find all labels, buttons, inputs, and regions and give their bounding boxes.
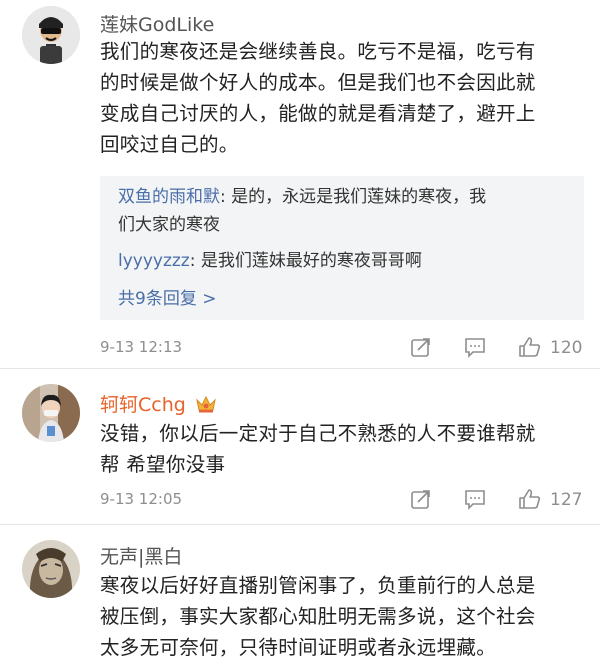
comment-icon[interactable] (464, 488, 486, 510)
comment-3: 无声|黑白 寒夜以后好好直播别管闲事了，负重前行的人总是 被压倒，事实大家都心知… (0, 526, 600, 666)
comment-line: 的时候是做个好人的成本。但是我们也不会因此就 (100, 71, 536, 94)
avatar[interactable] (22, 384, 80, 442)
avatar[interactable] (22, 6, 80, 64)
comment-time: 9-13 12:05 (100, 490, 183, 508)
comment-line: 被压倒，事实大家都心知肚明无需多说，这个社会 (100, 605, 536, 628)
divider (0, 524, 600, 525)
comment-username[interactable]: 轲轲Cchg (100, 390, 217, 417)
reply-username[interactable]: lyyyyzzz (118, 251, 190, 271)
comment-line: 没错，你以后一定对于自己不熟悉的人不要谁帮就 (100, 422, 536, 445)
forward-icon[interactable] (410, 336, 432, 358)
comment-username[interactable]: 莲妹GodLike (100, 10, 214, 37)
reply-text: 是的，永远是我们莲妹的寒夜，我 (225, 187, 487, 207)
like-count: 127 (550, 490, 583, 510)
reply-item[interactable]: lyyyyzzz: 是我们莲妹最好的寒夜哥哥啊 (118, 248, 573, 275)
reply-item-continued: 们大家的寒夜 (118, 215, 220, 235)
comment-2: 轲轲Cchg 没错，你以后一定对于自己不熟悉的人不要谁帮就 帮 希望你没事 9-… (0, 370, 600, 530)
comment-body: 我们的寒夜还是会继续善良。吃亏不是福，吃亏有 的时候是做个好人的成本。但是我们也… (100, 36, 586, 160)
like-count: 120 (550, 338, 583, 358)
avatar[interactable] (22, 540, 80, 598)
comment-line: 太多无可奈何，只待时间证明或者永远埋藏。 (100, 636, 497, 659)
crown-badge-icon (195, 394, 217, 414)
reply-username[interactable]: 双鱼的雨和默 (118, 187, 220, 207)
comment-meta: 9-13 12:05 127 (100, 488, 586, 512)
like-icon[interactable] (518, 336, 542, 358)
comment-username[interactable]: 无声|黑白 (100, 542, 182, 569)
comment-line: 帮 希望你没事 (100, 453, 226, 476)
comment-line: 寒夜以后好好直播别管闲事了，负重前行的人总是 (100, 574, 536, 597)
comment-body: 没错，你以后一定对于自己不熟悉的人不要谁帮就 帮 希望你没事 (100, 418, 586, 480)
comment-time: 9-13 12:13 (100, 338, 183, 356)
comment-line: 变成自己讨厌的人，能做的就是看清楚了，避开上 (100, 102, 536, 125)
comment-line: 回咬过自己的。 (100, 133, 239, 156)
forward-icon[interactable] (410, 488, 432, 510)
comment-line: 我们的寒夜还是会继续善良。吃亏不是福，吃亏有 (100, 40, 536, 63)
comment-meta: 9-13 12:13 120 (100, 336, 586, 360)
reply-text: 是我们莲妹最好的寒夜哥哥啊 (195, 251, 422, 271)
reply-box: 双鱼的雨和默: 是的，永远是我们莲妹的寒夜，我 们大家的寒夜 lyyyyzzz:… (100, 176, 584, 320)
reply-item[interactable]: 双鱼的雨和默: 是的，永远是我们莲妹的寒夜，我 (118, 184, 573, 211)
divider (0, 368, 600, 369)
comment-1: 莲妹GodLike 我们的寒夜还是会继续善良。吃亏不是福，吃亏有 的时候是做个好… (0, 0, 600, 360)
more-replies-link[interactable]: 共9条回复 > (118, 284, 216, 309)
like-icon[interactable] (518, 488, 542, 510)
comment-icon[interactable] (464, 336, 486, 358)
comment-body: 寒夜以后好好直播别管闲事了，负重前行的人总是 被压倒，事实大家都心知肚明无需多说… (100, 570, 586, 663)
comment-username-text[interactable]: 轲轲Cchg (100, 394, 186, 416)
